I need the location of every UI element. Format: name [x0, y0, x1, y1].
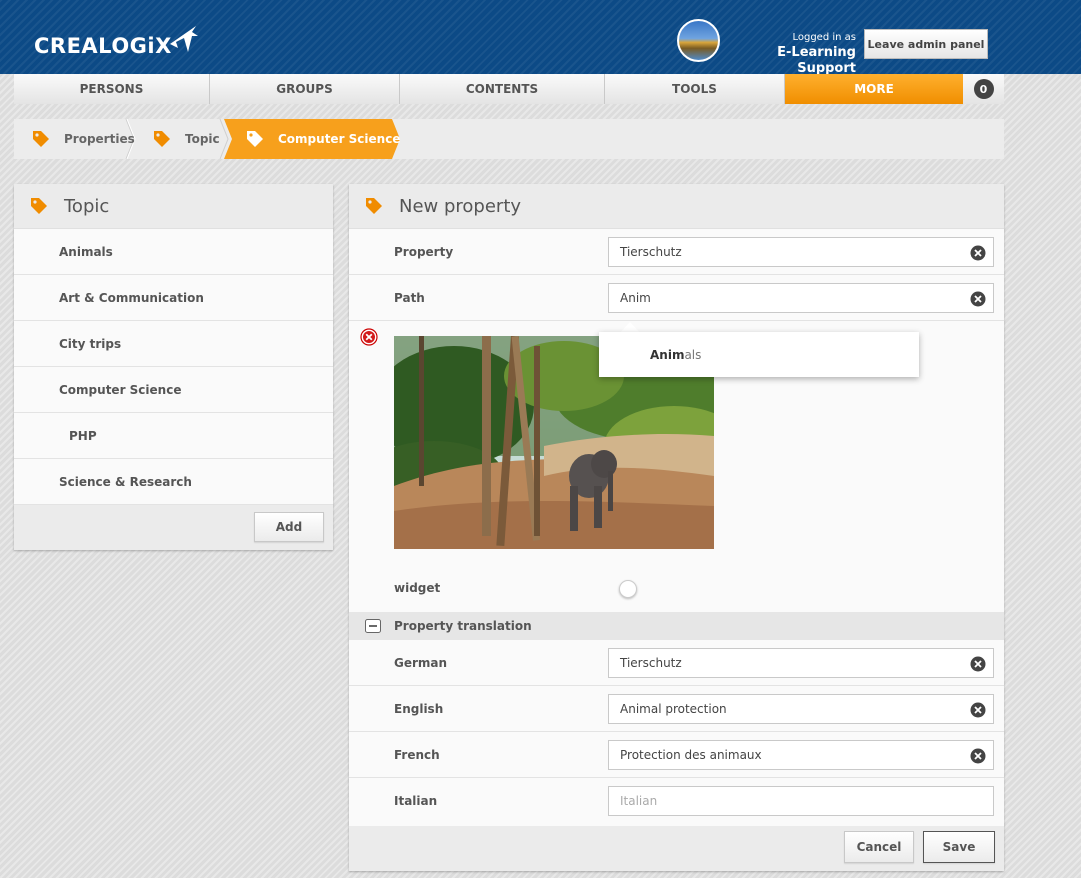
- avatar[interactable]: [677, 19, 720, 62]
- panel-title: New property: [399, 195, 522, 217]
- topic-panel-header: Topic: [14, 184, 333, 229]
- italian-input[interactable]: Italian: [608, 786, 994, 816]
- path-input[interactable]: Anim: [608, 283, 994, 313]
- clear-icon[interactable]: [970, 245, 986, 261]
- property-row: Property Tierschutz: [349, 229, 1004, 275]
- collapse-icon[interactable]: [365, 619, 381, 633]
- autocomplete-match: Anim: [650, 347, 685, 362]
- remove-image-icon[interactable]: [360, 328, 378, 346]
- french-value: Protection des animaux: [620, 748, 762, 762]
- property-input[interactable]: Tierschutz: [608, 237, 994, 267]
- widget-row: widget: [349, 564, 1004, 612]
- topic-item-city-trips[interactable]: City trips: [14, 321, 333, 367]
- german-label: German: [394, 656, 448, 670]
- tag-icon: [31, 198, 47, 214]
- italian-label: Italian: [394, 794, 438, 808]
- breadcrumb: Properties Topic Computer Science: [14, 119, 1004, 159]
- tag-icon: [154, 131, 170, 147]
- widget-toggle[interactable]: [619, 580, 637, 598]
- italian-placeholder: Italian: [620, 794, 658, 808]
- property-value: Tierschutz: [620, 245, 682, 259]
- nav-persons[interactable]: PERSONS: [14, 74, 210, 104]
- widget-label: widget: [394, 581, 441, 595]
- topic-item-art-communication[interactable]: Art & Communication: [14, 275, 333, 321]
- italian-row: Italian Italian: [349, 778, 1004, 826]
- tag-icon: [247, 131, 263, 147]
- new-property-panel: New property Property Tierschutz Path An…: [349, 184, 1004, 871]
- dropdown-arrow: [620, 322, 640, 333]
- german-value: Tierschutz: [620, 656, 682, 670]
- topic-panel-footer: Add: [14, 505, 333, 550]
- path-value: Anim: [620, 291, 651, 305]
- clear-icon[interactable]: [970, 702, 986, 718]
- tag-icon: [33, 131, 49, 147]
- english-input[interactable]: Animal protection: [608, 694, 994, 724]
- breadcrumb-label: Computer Science: [278, 132, 401, 146]
- breadcrumb-label: Properties: [64, 132, 135, 146]
- tag-icon: [366, 198, 382, 214]
- section-label: Property translation: [394, 619, 532, 633]
- login-info: Logged in as E-Learning Support: [728, 31, 856, 77]
- german-input[interactable]: Tierschutz: [608, 648, 994, 678]
- notification-badge: 0: [973, 79, 994, 99]
- breadcrumb-topic[interactable]: Topic: [153, 119, 220, 159]
- french-label: French: [394, 748, 440, 762]
- english-label: English: [394, 702, 444, 716]
- english-row: English Animal protection: [349, 686, 1004, 732]
- topic-item-php[interactable]: PHP: [14, 413, 333, 459]
- panel-title: Topic: [64, 195, 110, 217]
- form-footer: Cancel Save: [349, 826, 1004, 871]
- topic-item-animals[interactable]: Animals: [14, 229, 333, 275]
- nav-groups[interactable]: GROUPS: [210, 74, 400, 104]
- crealogix-logo[interactable]: CREALOGiX: [34, 22, 200, 58]
- nav-contents[interactable]: CONTENTS: [400, 74, 605, 104]
- clear-icon[interactable]: [970, 291, 986, 307]
- french-row: French Protection des animaux: [349, 732, 1004, 778]
- property-translation-section[interactable]: Property translation: [349, 612, 1004, 640]
- leave-admin-panel-button[interactable]: Leave admin panel: [864, 29, 988, 59]
- new-property-header: New property: [349, 184, 1004, 229]
- breadcrumb-computer-science[interactable]: Computer Science: [246, 119, 400, 159]
- main-nav: PERSONS GROUPS CONTENTS TOOLS MORE 0: [14, 74, 1004, 104]
- login-label: Logged in as: [792, 32, 856, 43]
- airplane-icon: [169, 26, 198, 52]
- nav-more[interactable]: MORE: [785, 74, 963, 104]
- notification-counter[interactable]: 0: [963, 74, 1004, 104]
- path-autocomplete-dropdown: Animals: [599, 332, 919, 377]
- nav-tools[interactable]: TOOLS: [605, 74, 785, 104]
- add-button[interactable]: Add: [254, 512, 324, 542]
- app-header: CREALOGiX Logged in as E-Learning Suppor…: [0, 0, 1081, 77]
- logo-text: CREALOGiX: [34, 34, 172, 58]
- cancel-button[interactable]: Cancel: [844, 831, 914, 863]
- save-button[interactable]: Save: [923, 831, 995, 863]
- french-input[interactable]: Protection des animaux: [608, 740, 994, 770]
- breadcrumb-properties[interactable]: Properties: [32, 119, 135, 159]
- login-user: E-Learning Support: [777, 45, 856, 76]
- path-row: Path Anim: [349, 275, 1004, 321]
- topic-item-science-research[interactable]: Science & Research: [14, 459, 333, 505]
- property-label: Property: [394, 245, 454, 259]
- english-value: Animal protection: [620, 702, 727, 716]
- topic-item-computer-science[interactable]: Computer Science: [14, 367, 333, 413]
- path-label: Path: [394, 291, 425, 305]
- clear-icon[interactable]: [970, 748, 986, 764]
- autocomplete-rest: als: [684, 347, 702, 362]
- autocomplete-option-animals[interactable]: Animals: [650, 348, 701, 362]
- topic-panel: Topic Animals Art & Communication City t…: [14, 184, 333, 550]
- clear-icon[interactable]: [970, 656, 986, 672]
- breadcrumb-label: Topic: [185, 132, 220, 146]
- german-row: German Tierschutz: [349, 640, 1004, 686]
